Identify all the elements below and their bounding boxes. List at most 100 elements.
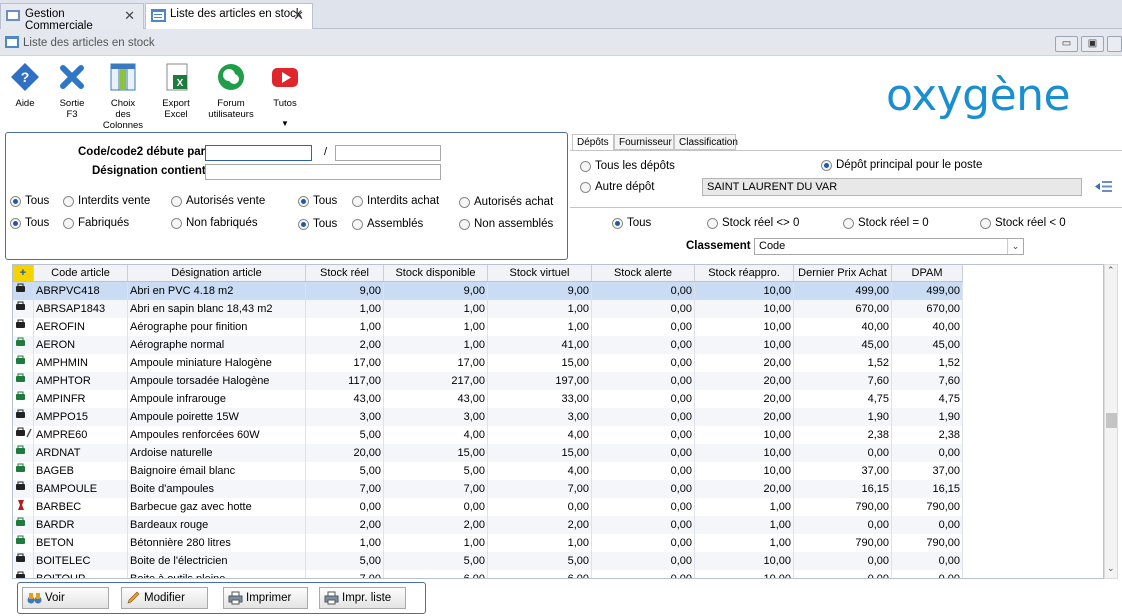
tab-liste-articles[interactable]: Liste des articles en stock ✕ [145, 3, 313, 30]
radio-achat-tous[interactable]: Tous [298, 195, 337, 207]
tutos-button[interactable]: Tutos ▼ [268, 62, 302, 129]
table-cell: 5,00 [487, 551, 592, 570]
close-window-button[interactable] [1107, 36, 1122, 52]
vertical-scrollbar[interactable]: ⌃ ⌄ [1104, 264, 1118, 579]
table-cell: Ampoule miniature Halogène [127, 353, 306, 372]
radio-stock-negatif[interactable]: Stock réel < 0 [980, 217, 1066, 229]
column-header[interactable]: Stock alerte [591, 265, 695, 282]
radio-non-assembles[interactable]: Non assemblés [459, 218, 553, 230]
column-header[interactable]: Désignation article [127, 265, 306, 282]
forum-label: Forum utilisateurs [208, 98, 254, 120]
radio-vente-tous[interactable]: Tous [10, 195, 49, 207]
table-row[interactable]: BARDR Bardeaux rouge 2,00 2,00 2,00 0,00 1,00 0… [13, 515, 963, 534]
column-header[interactable]: Stock disponible [383, 265, 488, 282]
column-header[interactable]: Stock réel [305, 265, 384, 282]
voir-button[interactable]: Voir [22, 587, 109, 609]
close-icon[interactable]: ✕ [293, 8, 304, 24]
exit-button[interactable]: Sortie F3 [54, 62, 90, 120]
radio-dot [63, 196, 74, 207]
radio-non-fabriques[interactable]: Non fabriqués [171, 217, 258, 229]
chevron-down-icon[interactable]: ▼ [268, 118, 302, 129]
radio-dot [298, 196, 309, 207]
tab-depots[interactable]: Dépôts [572, 134, 614, 150]
table-cell: 1,00 [305, 317, 384, 336]
radio-autre-depot[interactable]: Autre dépôt [580, 181, 654, 193]
table-header: + Code article Désignation article Stock… [13, 265, 963, 282]
column-header[interactable]: Dernier Prix Achat [793, 265, 892, 282]
help-button[interactable]: ? Aide [8, 62, 42, 109]
code-input[interactable] [205, 145, 312, 161]
radio-stock-tous[interactable]: Tous [612, 217, 651, 229]
radio-interdits-vente[interactable]: Interdits vente [63, 195, 150, 207]
scroll-down-icon[interactable]: ⌄ [1107, 563, 1115, 574]
imprimer-button[interactable]: Imprimer [223, 587, 308, 609]
column-chooser-icon[interactable]: + [13, 265, 34, 282]
table-row[interactable]: BAMPOULE Boite d'ampoules 7,00 7,00 7,00 0,00… [13, 479, 963, 498]
table-row[interactable]: ABRPVC418 Abri en PVC 4.18 m2 9,00 9,00 9,00… [13, 281, 963, 300]
radio-assembles[interactable]: Assemblés [352, 218, 423, 230]
column-header[interactable]: Stock réappro. [694, 265, 794, 282]
radio-assemblage-tous[interactable]: Tous [298, 218, 337, 230]
select-list-icon[interactable] [1095, 180, 1112, 193]
table-row[interactable]: ABRSAP1843 Abri en sapin blanc 18,43 m2 1,… [13, 299, 963, 318]
radio-stock-non-zero[interactable]: Stock réel <> 0 [707, 217, 799, 229]
table-row[interactable]: AMPINFR Ampoule infrarouge 43,00 43,00 33,00… [13, 389, 963, 408]
table-row[interactable]: BAGEB Baignoire émail blanc 5,00 5,00 4,00 0,… [13, 461, 963, 480]
table-row[interactable]: AEROFIN Aérographe pour finition 1,00 1,00 1… [13, 317, 963, 336]
radio-stock-zero[interactable]: Stock réel = 0 [843, 217, 929, 229]
close-icon[interactable]: ✕ [124, 8, 135, 24]
depot-field[interactable]: SAINT LAURENT DU VAR [702, 178, 1082, 196]
classement-select[interactable]: Code ⌄ [754, 238, 1024, 255]
minimize-button[interactable]: ▭ [1055, 36, 1078, 52]
table-row[interactable]: AMPPO15 Ampoule poirette 15W 3,00 3,00 3,00 0… [13, 407, 963, 426]
table-cell: BOITOUP [33, 569, 128, 578]
radio-depot-principal[interactable]: Dépôt principal pour le poste [821, 159, 982, 171]
table-row[interactable]: AERON Aérographe normal 2,00 1,00 41,00 0,00 1… [13, 335, 963, 354]
modifier-button[interactable]: Modifier [121, 587, 208, 609]
radio-fabrication-tous[interactable]: Tous [10, 217, 49, 229]
radio-autorises-achat[interactable]: Autorisés achat [459, 196, 553, 208]
table-row[interactable]: BETON Bétonnière 280 litres 1,00 1,00 1,00 0,… [13, 533, 963, 552]
chevron-down-icon[interactable]: ⌄ [1007, 239, 1023, 254]
maximize-button[interactable]: ▣ [1081, 36, 1104, 52]
designation-input[interactable] [205, 164, 441, 180]
table-cell: 40,00 [793, 317, 892, 336]
table-cell: Ampoules renforcées 60W [127, 425, 306, 444]
table-row[interactable]: ARDNAT Ardoise naturelle 20,00 15,00 15,00 0,… [13, 443, 963, 462]
column-header[interactable]: Stock virtuel [487, 265, 592, 282]
table-cell: 1,00 [694, 497, 794, 516]
scroll-thumb[interactable] [1106, 413, 1117, 428]
table-cell: 0,00 [591, 371, 695, 390]
table-cell: 0,00 [891, 551, 963, 570]
tab-fournisseur[interactable]: Fournisseur [614, 134, 674, 150]
table-cell: Ampoule poirette 15W [127, 407, 306, 426]
radio-dot [580, 161, 591, 172]
oxygene-logo: oxygène [886, 70, 1071, 121]
tab-gestion-commerciale[interactable]: Gestion Commerciale ✕ [0, 3, 144, 32]
radio-tous-depots[interactable]: Tous les dépôts [580, 160, 675, 172]
table-row[interactable]: BOITOUP Boite à outils pleine 7,00 6,00 6,00… [13, 569, 963, 578]
radio-fabriques[interactable]: Fabriqués [63, 217, 129, 229]
table-row[interactable]: AMPHTOR Ampoule torsadée Halogène 117,00 21… [13, 371, 963, 390]
table-cell: 9,00 [305, 281, 384, 300]
forum-button[interactable]: Forum utilisateurs [206, 62, 256, 120]
radio-dot [10, 218, 21, 229]
table-row[interactable]: BOITELEC Boite de l'électricien 5,00 5,00 5,… [13, 551, 963, 570]
scroll-up-icon[interactable]: ⌃ [1107, 265, 1115, 276]
table-cell: 0,00 [591, 407, 695, 426]
export-excel-button[interactable]: X Export Excel [157, 62, 195, 120]
table-row[interactable]: BARBEC Barbecue gaz avec hotte 0,00 0,00 0,0… [13, 497, 963, 516]
table-cell: 1,52 [793, 353, 892, 372]
table-row[interactable]: AMPHMIN Ampoule miniature Halogène 17,00 17… [13, 353, 963, 372]
impr-liste-button[interactable]: Impr. liste [319, 587, 406, 609]
code2-input[interactable] [335, 145, 441, 161]
tab-classification[interactable]: Classification [674, 134, 738, 150]
columns-button[interactable]: Choix des Colonnes [101, 62, 145, 131]
radio-autorises-vente[interactable]: Autorisés vente [171, 195, 265, 207]
column-header[interactable]: DPAM [891, 265, 963, 282]
table-cell: 0,00 [591, 497, 695, 516]
table-row[interactable]: AMPRE60 Ampoules renforcées 60W 5,00 4,00 4,… [13, 425, 963, 444]
code-filter-label: Code/code2 débute par [78, 146, 206, 158]
column-header[interactable]: Code article [33, 265, 128, 282]
radio-interdits-achat[interactable]: Interdits achat [352, 195, 439, 207]
